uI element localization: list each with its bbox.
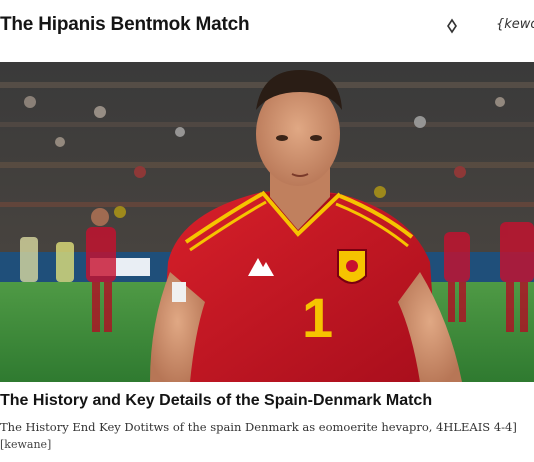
jersey-number: 1 (302, 286, 333, 349)
keyword-tag[interactable]: {kewor (496, 17, 534, 32)
article-summary: The History End Key Dotitws of the spain… (0, 420, 517, 434)
top-bar: The Hipanis Bentmok Match {kewor (0, 0, 534, 62)
hero-image[interactable]: 1 (0, 62, 534, 382)
hero-photo: 1 (0, 62, 534, 382)
search-icon[interactable] (445, 18, 459, 34)
article-title[interactable]: The History and Key Details of the Spain… (0, 392, 432, 410)
keyword-label[interactable]: [kewane] (0, 438, 51, 451)
site-title[interactable]: The Hipanis Bentmok Match (0, 14, 250, 36)
